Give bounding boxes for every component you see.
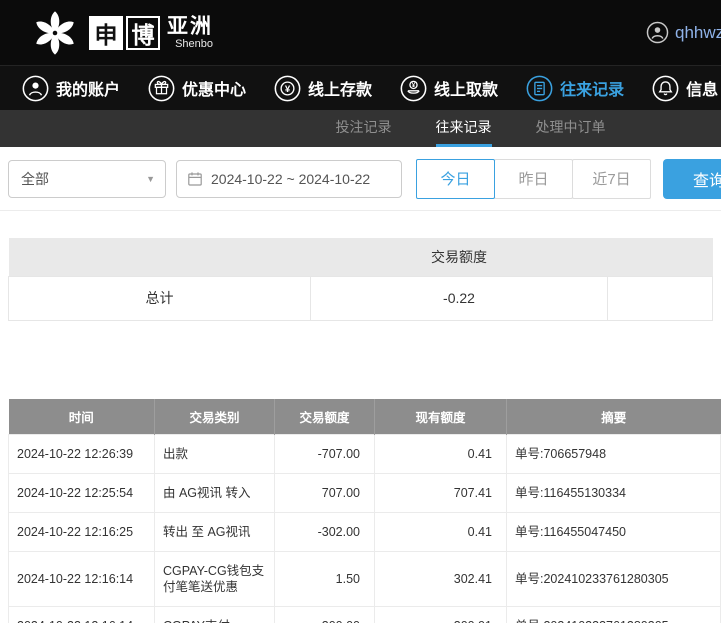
cell-balance: 0.41 <box>374 434 507 474</box>
nav-item-label: 往来记录 <box>560 82 625 99</box>
nav-item-promotions[interactable]: 优惠中心 <box>148 75 246 102</box>
topbar: 申 博 亚洲 Shenbo qhhwz <box>0 0 721 65</box>
cell-time: 2024-10-22 12:16:14 <box>8 606 155 623</box>
transaction-row: 2024-10-22 12:16:14CGPAY支付300.00300.91单号… <box>8 606 721 623</box>
nav-item-online-deposit[interactable]: ¥ 线上存款 <box>274 75 372 102</box>
date-range-input[interactable]: 2024-10-22 ~ 2024-10-22 <box>176 159 402 198</box>
nav-item-messages[interactable]: 信息 <box>652 75 718 102</box>
transactions-body: 2024-10-22 12:26:39 出款 -707.00 0.41 单号:70665… <box>8 434 721 623</box>
logo-char-shen: 申 <box>89 15 123 50</box>
cell-type: CGPAY-CG钱包支付笔笔送优惠 <box>154 551 275 607</box>
cell-type: 由 AG视讯 转入 <box>154 473 275 513</box>
query-button[interactable]: 查询 <box>663 158 721 199</box>
calendar-icon <box>188 171 202 186</box>
svg-text:¥: ¥ <box>285 83 291 94</box>
nav-item-label: 线上取款 <box>434 82 499 99</box>
summary-total-label: 总计 <box>8 275 311 321</box>
account-icon <box>22 75 49 101</box>
cell-balance: 0.41 <box>374 512 507 552</box>
type-select[interactable]: 全部 ▼ <box>8 159 166 198</box>
deposit-coin-icon: ¥ <box>274 75 301 101</box>
cell-amount: 707.00 <box>274 473 375 513</box>
cell-type: 转出 至 AG视讯 <box>154 512 275 552</box>
nav-item-label: 优惠中心 <box>182 82 247 99</box>
cell-summary: 单号:202410233761280305 <box>506 606 721 623</box>
transaction-row: 2024-10-22 12:26:39 出款 -707.00 0.41 单号:70665… <box>8 434 721 474</box>
tab-transaction-records[interactable]: 往来记录 <box>435 110 492 147</box>
cell-balance: 302.41 <box>374 551 507 607</box>
withdraw-hand-icon: ¥ <box>400 75 427 101</box>
yesterday-button[interactable]: 昨日 <box>494 158 573 199</box>
date-range-value: 2024-10-22 ~ 2024-10-22 <box>211 170 371 187</box>
summary-header-spacer <box>8 238 311 276</box>
cell-amount: -302.00 <box>274 512 375 552</box>
cell-amount: 1.50 <box>274 551 375 607</box>
transaction-row: 2024-10-22 12:16:14 CGPAY-CG钱包支付笔笔送优惠 1.50… <box>8 551 721 607</box>
bell-icon <box>652 75 679 101</box>
summary-total-value: -0.22 <box>310 275 608 321</box>
tab-processing-orders[interactable]: 处理中订单 <box>536 110 606 147</box>
nav-item-transaction-records[interactable]: 往来记录 <box>526 75 624 102</box>
column-header-amount: 交易额度 <box>274 398 375 435</box>
brand-logo: 申 博 亚洲 Shenbo <box>0 8 213 58</box>
column-header-time: 时间 <box>8 398 155 435</box>
cell-summary: 单号:706657948 <box>506 434 721 474</box>
cell-type: CGPAY支付 <box>154 606 275 623</box>
nav-item-label: 我的账户 <box>56 82 121 99</box>
nav-item-label: 信息 <box>686 82 719 99</box>
transaction-row: 2024-10-22 12:16:25 转出 至 AG视讯 -302.00 0.41 单… <box>8 512 721 552</box>
cell-time: 2024-10-22 12:26:39 <box>8 434 155 474</box>
nav-item-my-account[interactable]: 我的账户 <box>22 75 120 102</box>
summary-header-spacer <box>607 238 713 276</box>
brand-subtitle: Shenbo <box>175 38 213 50</box>
cell-amount: -707.00 <box>274 434 375 474</box>
tab-bet-records[interactable]: 投注记录 <box>336 110 392 147</box>
main-nav: 我的账户 优惠中心 ¥ 线上存款 ¥ 线上取款 往来记录 信息 <box>0 65 721 110</box>
cell-time: 2024-10-22 12:16:25 <box>8 512 155 552</box>
cell-amount: 300.00 <box>274 606 375 623</box>
cell-summary: 单号:116455130334 <box>506 473 721 513</box>
chevron-down-icon: ▼ <box>146 173 155 184</box>
summary-table: 交易额度 总计 -0.22 <box>8 238 713 321</box>
flower-logo-icon <box>36 10 74 55</box>
user-avatar-icon <box>646 21 669 44</box>
column-header-summary: 摘要 <box>506 398 721 435</box>
cell-balance: 707.41 <box>374 473 507 513</box>
cell-type: 出款 <box>154 434 275 474</box>
last7days-button[interactable]: 近7日 <box>572 158 651 199</box>
brand-text: 亚洲 Shenbo <box>167 15 213 50</box>
transactions-header-row: 时间 交易类别 交易额度 现有额度 摘要 <box>8 398 721 435</box>
type-select-value: 全部 <box>21 170 49 187</box>
brand-region-label: 亚洲 <box>167 15 213 38</box>
username-label: qhhwz <box>675 22 721 42</box>
svg-text:¥: ¥ <box>412 82 416 89</box>
transaction-row: 2024-10-22 12:25:54 由 AG视讯 转入 707.00 707.41… <box>8 473 721 513</box>
logo-char-bo: 博 <box>126 15 160 50</box>
summary-header-label: 交易额度 <box>310 238 608 276</box>
nav-item-online-withdraw[interactable]: ¥ 线上取款 <box>400 75 498 102</box>
gift-icon <box>148 75 175 101</box>
cell-time: 2024-10-22 12:16:14 <box>8 551 155 607</box>
column-header-balance: 现有额度 <box>374 398 507 435</box>
column-header-type: 交易类别 <box>154 398 275 435</box>
today-button[interactable]: 今日 <box>416 158 495 199</box>
cell-balance: 300.91 <box>374 606 507 623</box>
subnav: 投注记录 往来记录 处理中订单 <box>0 110 721 147</box>
cell-summary: 单号:116455047450 <box>506 512 721 552</box>
quick-range-group: 今日 昨日 近7日 <box>416 158 651 199</box>
cell-time: 2024-10-22 12:25:54 <box>8 473 155 513</box>
cell-summary: 单号:202410233761280305 <box>506 551 721 607</box>
filter-bar: 全部 ▼ 2024-10-22 ~ 2024-10-22 今日 昨日 近7日 查… <box>0 147 721 211</box>
transaction-records-page: 申 博 亚洲 Shenbo qhhwz 我的账户 优惠中心 ¥ 线上存款 ¥ 线… <box>0 0 721 623</box>
transactions-table: 时间 交易类别 交易额度 现有额度 摘要 2024-10-22 12:26:39… <box>8 398 721 623</box>
summary-empty-cell <box>607 275 713 321</box>
records-document-icon <box>526 75 553 101</box>
nav-item-label: 线上存款 <box>308 82 373 99</box>
user-account[interactable]: qhhwz <box>646 0 721 65</box>
